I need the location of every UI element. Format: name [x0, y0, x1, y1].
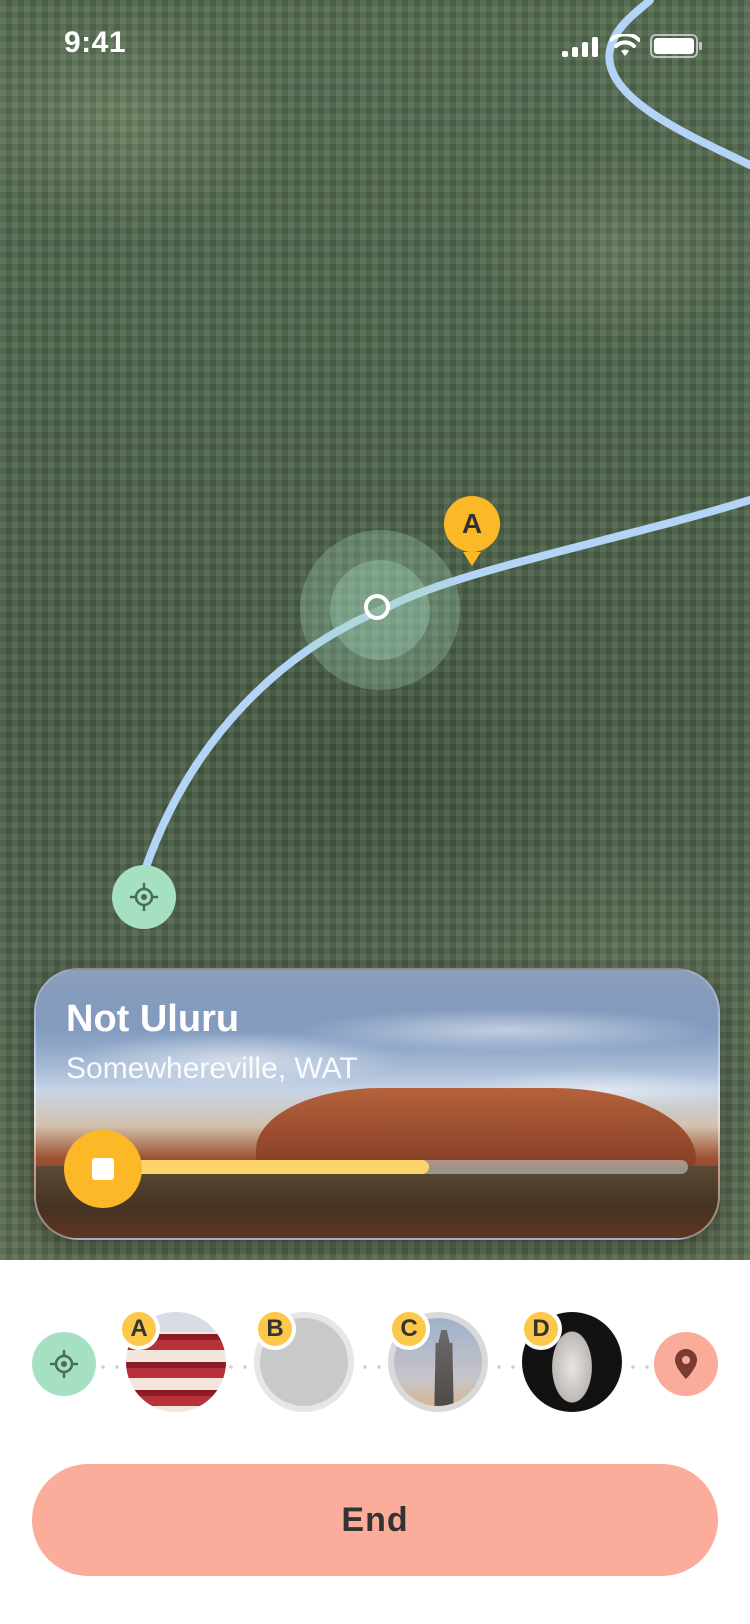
map-pin-icon [675, 1349, 697, 1379]
map-view[interactable]: 9:41 A Not Uluru Somewhereville, WAT [0, 0, 750, 1260]
current-location-dot [364, 594, 390, 620]
route-start-button[interactable] [32, 1332, 96, 1396]
end-button[interactable]: End [32, 1464, 718, 1576]
location-audio-card[interactable]: Not Uluru Somewhereville, WAT [34, 968, 720, 1240]
crosshair-icon [50, 1350, 78, 1378]
location-title: Not Uluru [66, 998, 240, 1040]
stop-b-badge: B [254, 1308, 296, 1350]
wifi-icon [610, 34, 640, 56]
waypoint-pin-a[interactable]: A [444, 496, 500, 552]
stop-a-badge: A [118, 1308, 160, 1350]
waypoint-pin-label: A [461, 508, 483, 539]
stop-d-badge: D [520, 1308, 562, 1350]
audio-progress-fill [126, 1160, 430, 1174]
location-subtitle: Somewhereville, WAT [66, 1052, 358, 1085]
stop-c-badge: C [388, 1308, 430, 1350]
stop-audio-button[interactable] [64, 1130, 142, 1208]
stop-icon [92, 1158, 114, 1180]
audio-progress-bar[interactable] [126, 1160, 688, 1174]
route-stops-bar: A B C D [0, 1308, 750, 1422]
route-destination-button[interactable] [654, 1332, 718, 1396]
cellular-signal-icon [562, 35, 600, 57]
battery-icon [650, 34, 702, 58]
crosshair-icon [130, 883, 158, 911]
start-location-marker[interactable] [112, 865, 176, 929]
status-icons [562, 34, 702, 58]
status-time: 9:41 [64, 26, 127, 59]
